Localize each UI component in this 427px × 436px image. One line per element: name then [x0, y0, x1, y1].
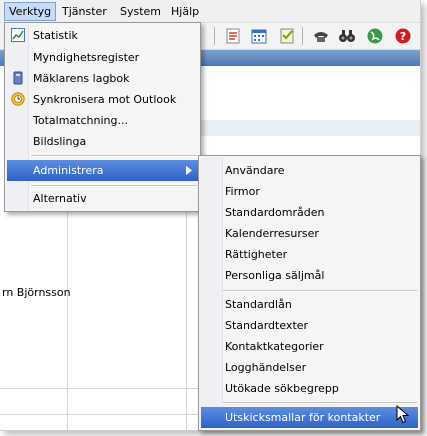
menu-item-label: Användare	[225, 164, 285, 177]
book-icon	[13, 71, 23, 85]
phone-icon[interactable]	[312, 27, 330, 45]
menu-item-label: Totalmatchning...	[33, 114, 128, 127]
submenu-item-kalenderresurser[interactable]: Kalenderresurser	[201, 223, 418, 244]
menu-item-label: Administrera	[33, 164, 104, 177]
note-icon[interactable]	[224, 27, 242, 45]
menu-item-label: Statistik	[33, 29, 78, 42]
menu-item-alternativ[interactable]: Alternativ	[7, 188, 198, 209]
menu-tjanster-label: Tjänster	[62, 5, 107, 18]
menu-item-label: Firmor	[225, 185, 260, 198]
row-divider	[0, 388, 200, 389]
menu-item-label: Logghändelser	[225, 361, 307, 374]
menu-item-label: Kontaktkategorier	[225, 340, 324, 353]
menu-separator	[223, 402, 417, 404]
toolbar-separator	[302, 27, 303, 45]
administrera-submenu: Användare Firmor Standardområden Kalende…	[198, 155, 421, 431]
menu-item-label: Standardområden	[225, 206, 325, 219]
menu-item-label: Kalenderresurser	[225, 227, 319, 240]
verktyg-menu: Statistik Myndighetsregister Mäklarens l…	[4, 22, 201, 212]
menu-system[interactable]: System	[116, 3, 165, 20]
submenu-item-personliga-saljmal[interactable]: Personliga säljmål	[201, 265, 418, 286]
submenu-item-standardlan[interactable]: Standardlån	[201, 294, 418, 315]
outlook-sync-icon	[11, 92, 25, 106]
submenu-item-rattigheter[interactable]: Rättigheter	[201, 244, 418, 265]
menu-separator	[31, 185, 197, 187]
row-divider	[0, 414, 200, 415]
menu-bar: Verktyg Tjänster System Hjälp	[0, 0, 420, 23]
menu-item-maklarens-lagbok[interactable]: Mäklarens lagbok	[7, 68, 198, 89]
submenu-item-utskicksmallar[interactable]: Utskicksmallar för kontakter	[201, 407, 418, 428]
toolbar-separator	[214, 27, 215, 45]
menu-item-label: Standardtexter	[225, 319, 309, 332]
globe-icon[interactable]	[366, 27, 384, 45]
menu-item-statistik[interactable]: Statistik	[7, 25, 198, 46]
submenu-item-utokade-sokbegrepp[interactable]: Utökade sökbegrepp	[201, 378, 418, 399]
menu-tjanster[interactable]: Tjänster	[58, 3, 111, 20]
help-icon[interactable]: ?	[394, 27, 412, 45]
menu-item-label: Synkronisera mot Outlook	[33, 93, 177, 106]
submenu-item-logghandelser[interactable]: Logghändelser	[201, 357, 418, 378]
menu-verktyg-label: Verktyg	[9, 5, 52, 18]
menu-item-administrera[interactable]: Administrera	[7, 160, 198, 181]
menu-item-bildslinga[interactable]: Bildslinga	[7, 131, 198, 152]
menu-item-label: Utökade sökbegrepp	[225, 382, 339, 395]
row-band	[200, 120, 420, 136]
application-window: Verktyg Tjänster System Hjälp ? rn Björn…	[0, 0, 421, 431]
menu-separator	[223, 290, 417, 292]
menu-item-myndighetsregister[interactable]: Myndighetsregister	[7, 47, 198, 68]
submenu-arrow-icon	[186, 166, 192, 175]
menu-item-label: Utskicksmallar för kontakter	[225, 411, 381, 424]
menu-item-synkronisera-outlook[interactable]: Synkronisera mot Outlook	[7, 89, 198, 110]
submenu-item-standardomraden[interactable]: Standardområden	[201, 202, 418, 223]
calendar-icon[interactable]	[250, 27, 268, 45]
menu-hjalp-label: Hjälp	[171, 5, 200, 18]
chart-icon	[11, 28, 25, 42]
submenu-item-firmor[interactable]: Firmor	[201, 181, 418, 202]
menu-item-label: Personliga säljmål	[225, 269, 325, 282]
submenu-item-standardtexter[interactable]: Standardtexter	[201, 315, 418, 336]
submenu-item-kontaktkategorier[interactable]: Kontaktkategorier	[201, 336, 418, 357]
menu-item-label: Bildslinga	[33, 135, 87, 148]
svg-text:?: ?	[400, 30, 406, 43]
menu-verktyg[interactable]: Verktyg	[4, 2, 57, 21]
menu-item-label: Mäklarens lagbok	[33, 72, 130, 85]
menu-item-totalmatchning[interactable]: Totalmatchning...	[7, 110, 198, 131]
checklist-icon[interactable]	[278, 27, 296, 45]
mouse-cursor-icon	[396, 405, 410, 424]
contact-name-cell[interactable]: rn Björnsson	[2, 286, 71, 299]
submenu-item-anvandare[interactable]: Användare	[201, 160, 418, 181]
menu-hjalp[interactable]: Hjälp	[167, 3, 203, 20]
menu-system-label: System	[120, 5, 162, 18]
menu-separator	[31, 155, 197, 157]
menu-item-label: Standardlån	[225, 298, 292, 311]
binoculars-icon[interactable]	[338, 27, 356, 45]
menu-item-label: Rättigheter	[225, 248, 288, 261]
menu-item-label: Myndighetsregister	[33, 51, 140, 64]
menu-item-label: Alternativ	[33, 192, 87, 205]
